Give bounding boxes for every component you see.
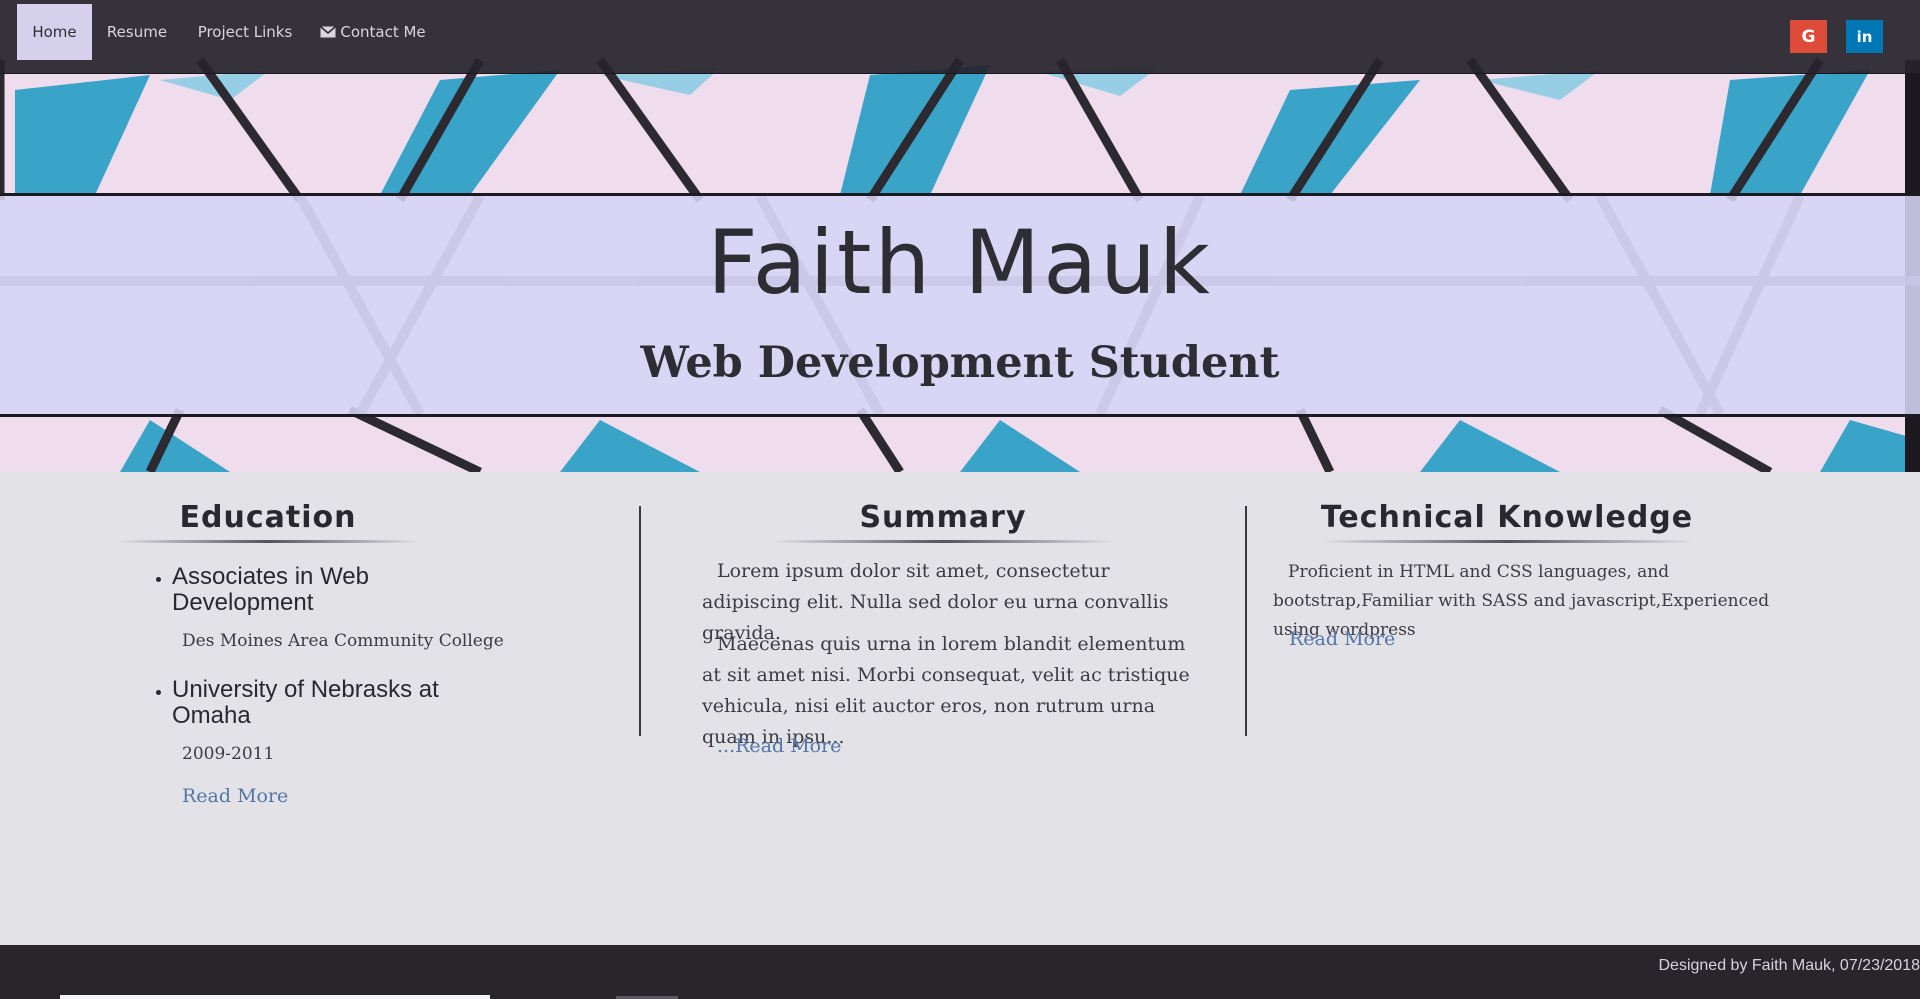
technical-title: Technical Knowledge — [1320, 500, 1694, 535]
summary-title: Summary — [859, 500, 1027, 535]
nav-contact-label: Contact Me — [340, 23, 426, 41]
education-detail: Des Moines Area Community College — [182, 631, 504, 651]
summary-read-more-link[interactable]: ...Read More — [717, 735, 841, 757]
hero-name: Faith Mauk — [707, 211, 1213, 314]
footer: Designed by Faith Mauk, 07/23/2018 — [0, 945, 1920, 999]
main-content: Education Associates in Web Development … — [0, 472, 1920, 945]
summary-section: Summary Lorem ipsum dolor sit amet, cons… — [641, 472, 1245, 945]
education-title: Education — [179, 500, 357, 535]
nav-contact-me[interactable]: Contact Me — [318, 4, 428, 60]
technical-title-rule — [1322, 540, 1692, 543]
technical-read-more-link[interactable]: Read More — [1289, 628, 1395, 650]
linkedin-icon: in — [1856, 27, 1873, 46]
education-read-more-link[interactable]: Read More — [182, 785, 288, 807]
linkedin-button[interactable]: in — [1846, 20, 1883, 53]
google-icon: G — [1801, 26, 1816, 47]
education-degree: Associates in Web Development — [172, 563, 369, 616]
list-item: University of Nebrasks at Omaha 2009-201… — [152, 677, 512, 764]
footer-scroll-strip — [60, 995, 490, 999]
nav-resume[interactable]: Resume — [103, 4, 171, 60]
nav-project-links[interactable]: Project Links — [190, 4, 300, 60]
nav-home[interactable]: Home — [17, 4, 92, 60]
education-list: Associates in Web Development Des Moines… — [152, 564, 512, 764]
list-item: Associates in Web Development Des Moines… — [152, 564, 512, 651]
education-title-rule — [118, 540, 418, 543]
hero-banner: Faith Mauk Web Development Student — [0, 193, 1920, 417]
technical-section: Technical Knowledge Proficient in HTML a… — [1247, 472, 1920, 945]
education-section: Education Associates in Web Development … — [0, 472, 640, 945]
envelope-icon — [320, 26, 337, 38]
top-navbar: Home Resume Project Links Contact Me G i… — [0, 0, 1920, 74]
education-degree: University of Nebrasks at Omaha — [172, 676, 439, 729]
summary-title-rule — [773, 540, 1113, 543]
footer-credit: Designed by Faith Mauk, 07/23/2018 — [1658, 957, 1920, 974]
google-button[interactable]: G — [1790, 20, 1827, 53]
education-detail: 2009-2011 — [182, 744, 275, 764]
hero-subtitle: Web Development Student — [640, 338, 1280, 388]
